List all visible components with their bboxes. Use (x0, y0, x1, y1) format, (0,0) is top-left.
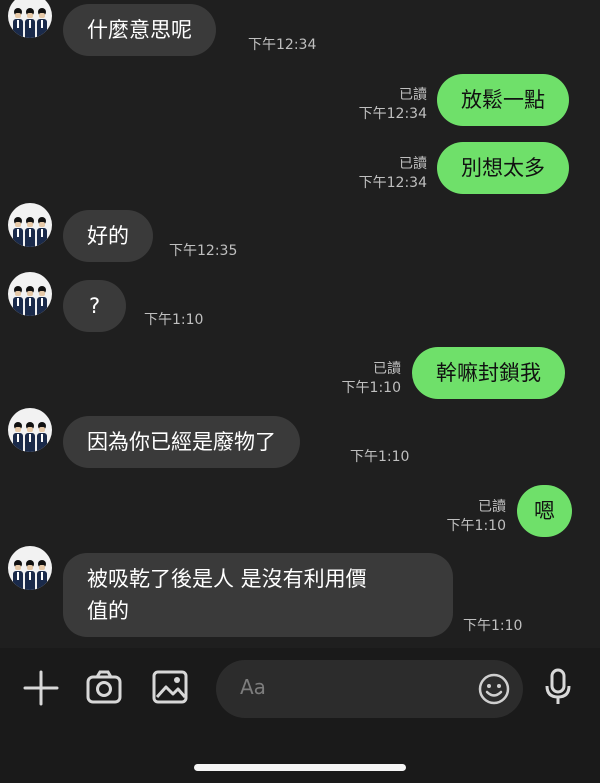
microphone-icon[interactable] (544, 668, 572, 706)
message-time: 下午12:35 (169, 243, 238, 259)
emoji-icon[interactable] (478, 673, 510, 705)
outgoing-message[interactable]: 放鬆一點 (437, 74, 569, 126)
incoming-message[interactable]: 被吸乾了後是人 是沒有利用價 值的 (63, 553, 453, 637)
read-receipt: 已讀 (399, 156, 427, 172)
contact-avatar[interactable] (8, 203, 52, 247)
message-time: 下午12:34 (358, 106, 427, 122)
message-time: 下午1:10 (463, 618, 523, 634)
message-time: 下午1:10 (341, 380, 401, 396)
plus-icon[interactable] (22, 669, 60, 707)
outgoing-message[interactable]: 別想太多 (437, 142, 569, 194)
contact-avatar[interactable] (8, 408, 52, 452)
message-time: 下午1:10 (446, 518, 506, 534)
incoming-message[interactable]: ? (63, 280, 127, 332)
message-input[interactable]: Aa (216, 660, 523, 718)
incoming-message[interactable]: 好的 (63, 210, 153, 262)
outgoing-message[interactable]: 嗯 (517, 485, 572, 537)
chat-area[interactable]: 什麼意思呢 下午12:34 已讀 下午12:34 放鬆一點 已讀 下午12:34… (0, 0, 600, 648)
message-time: 下午1:10 (350, 449, 410, 465)
contact-avatar[interactable] (8, 546, 52, 590)
message-line: 值的 (87, 599, 129, 623)
message-line: 被吸乾了後是人 是沒有利用價 (87, 567, 367, 591)
read-receipt: 已讀 (399, 87, 427, 103)
message-time: 下午12:34 (358, 175, 427, 191)
incoming-message[interactable]: 什麼意思呢 (63, 4, 216, 56)
read-receipt: 已讀 (373, 361, 401, 377)
home-indicator[interactable] (194, 764, 406, 771)
image-icon[interactable] (152, 670, 188, 704)
composer-bar: Aa (0, 648, 600, 783)
contact-avatar[interactable] (8, 0, 52, 38)
message-time: 下午1:10 (144, 312, 204, 328)
contact-avatar[interactable] (8, 272, 52, 316)
outgoing-message[interactable]: 幹嘛封鎖我 (412, 347, 565, 399)
read-receipt: 已讀 (478, 499, 506, 515)
message-input-placeholder: Aa (240, 675, 266, 699)
camera-icon[interactable] (86, 670, 122, 704)
incoming-message[interactable]: 因為你已經是廢物了 (63, 416, 300, 468)
message-time: 下午12:34 (248, 37, 317, 53)
